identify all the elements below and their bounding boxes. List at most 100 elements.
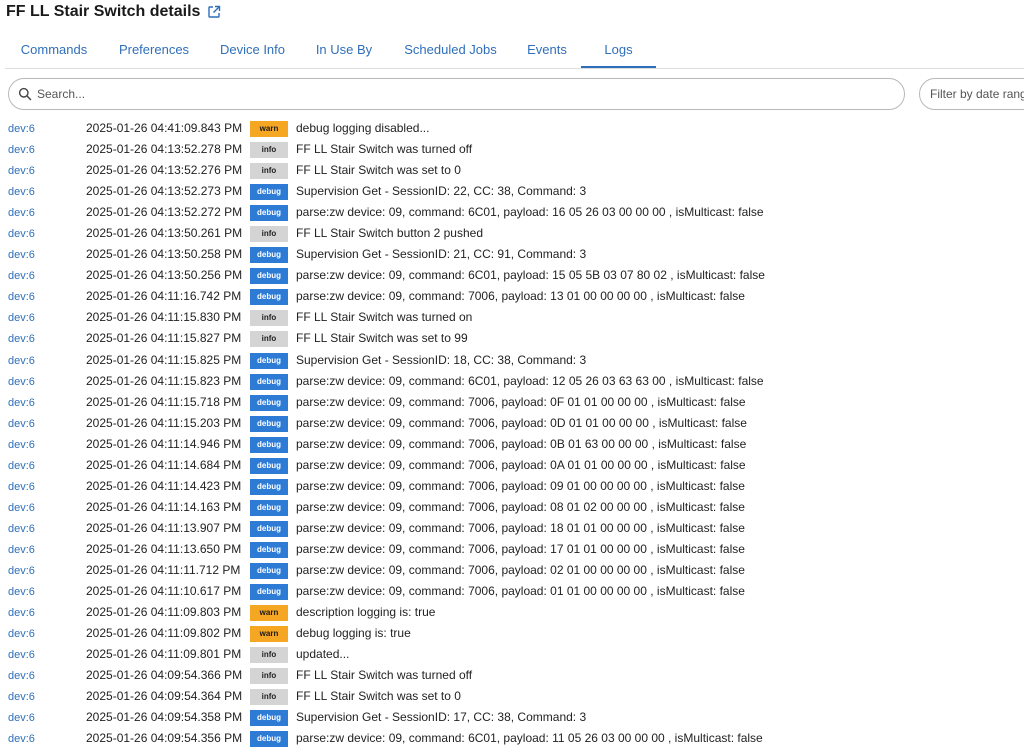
log-device-link[interactable]: dev:6 bbox=[8, 291, 35, 303]
log-device-link[interactable]: dev:6 bbox=[8, 397, 35, 409]
tab-commands[interactable]: Commands bbox=[12, 34, 96, 67]
log-row: dev:6 2025-01-26 04:13:50.256 PM debug pars… bbox=[0, 265, 1024, 286]
log-message: parse:zw device: 09, command: 7006, payl… bbox=[296, 584, 745, 599]
log-device-link[interactable]: dev:6 bbox=[8, 249, 35, 261]
log-row: dev:6 2025-01-26 04:11:16.742 PM debug pars… bbox=[0, 286, 1024, 307]
search-input[interactable] bbox=[37, 87, 904, 101]
log-level-badge: info bbox=[250, 163, 288, 180]
log-timestamp: 2025-01-26 04:09:54.366 PM bbox=[86, 668, 243, 683]
log-message: parse:zw device: 09, command: 7006, payl… bbox=[296, 394, 746, 409]
log-device-link[interactable]: dev:6 bbox=[8, 712, 35, 724]
log-row: dev:6 2025-01-26 04:13:52.278 PM info FF LL… bbox=[0, 139, 1024, 160]
log-device-link[interactable]: dev:6 bbox=[8, 312, 35, 324]
log-message: parse:zw device: 09, command: 7006, payl… bbox=[296, 457, 746, 472]
log-level-badge: debug bbox=[250, 289, 288, 306]
log-device-link[interactable]: dev:6 bbox=[8, 355, 35, 367]
date-range-filter[interactable]: Filter by date rang bbox=[919, 78, 1024, 110]
log-message: parse:zw device: 09, command: 7006, payl… bbox=[296, 289, 745, 304]
log-level-badge: debug bbox=[250, 520, 288, 537]
log-timestamp: 2025-01-26 04:11:15.827 PM bbox=[86, 331, 242, 346]
log-device-link[interactable]: dev:6 bbox=[8, 270, 35, 282]
search-box[interactable] bbox=[8, 78, 905, 110]
log-level-badge: debug bbox=[250, 499, 288, 516]
log-row: dev:6 2025-01-26 04:11:14.684 PM debug pars… bbox=[0, 455, 1024, 476]
log-timestamp: 2025-01-26 04:11:14.946 PM bbox=[86, 436, 242, 451]
log-timestamp: 2025-01-26 04:09:54.358 PM bbox=[86, 710, 243, 725]
log-timestamp: 2025-01-26 04:13:50.261 PM bbox=[86, 226, 243, 241]
log-level-badge: debug bbox=[250, 457, 288, 474]
log-device-link[interactable]: dev:6 bbox=[8, 670, 35, 682]
log-timestamp: 2025-01-26 04:13:52.272 PM bbox=[86, 205, 243, 220]
log-device-link[interactable]: dev:6 bbox=[8, 607, 35, 619]
log-timestamp: 2025-01-26 04:11:13.907 PM bbox=[86, 520, 242, 535]
log-device-link[interactable]: dev:6 bbox=[8, 376, 35, 388]
log-row: dev:6 2025-01-26 04:09:54.366 PM info FF LL… bbox=[0, 665, 1024, 686]
log-level-badge: debug bbox=[250, 205, 288, 222]
log-device-link[interactable]: dev:6 bbox=[8, 502, 35, 514]
log-level-badge: debug bbox=[250, 184, 288, 201]
log-list: dev:6 2025-01-26 04:41:09.843 PM warn debug… bbox=[0, 118, 1024, 748]
log-device-link[interactable]: dev:6 bbox=[8, 733, 35, 745]
log-row: dev:6 2025-01-26 04:11:14.163 PM debug pars… bbox=[0, 497, 1024, 518]
log-timestamp: 2025-01-26 04:11:16.742 PM bbox=[86, 289, 242, 304]
log-level-badge: debug bbox=[250, 436, 288, 453]
log-row: dev:6 2025-01-26 04:11:15.827 PM info FF LL… bbox=[0, 328, 1024, 349]
log-row: dev:6 2025-01-26 04:11:15.830 PM info FF LL… bbox=[0, 307, 1024, 328]
log-row: dev:6 2025-01-26 04:11:13.907 PM debug pars… bbox=[0, 518, 1024, 539]
log-device-link[interactable]: dev:6 bbox=[8, 544, 35, 556]
log-device-link[interactable]: dev:6 bbox=[8, 333, 35, 345]
log-device-link[interactable]: dev:6 bbox=[8, 439, 35, 451]
log-device-link[interactable]: dev:6 bbox=[8, 628, 35, 640]
log-device-link[interactable]: dev:6 bbox=[8, 228, 35, 240]
tab-logs[interactable]: Logs bbox=[581, 34, 656, 68]
page-header: FF LL Stair Switch details bbox=[6, 0, 221, 24]
log-device-link[interactable]: dev:6 bbox=[8, 523, 35, 535]
log-message: Supervision Get - SessionID: 17, CC: 38,… bbox=[296, 710, 587, 725]
log-device-link[interactable]: dev:6 bbox=[8, 123, 35, 135]
log-level-badge: debug bbox=[250, 373, 288, 390]
log-level-badge: info bbox=[250, 226, 288, 243]
log-timestamp: 2025-01-26 04:09:54.356 PM bbox=[86, 731, 243, 746]
log-timestamp: 2025-01-26 04:11:10.617 PM bbox=[86, 584, 242, 599]
log-row: dev:6 2025-01-26 04:11:15.718 PM debug pars… bbox=[0, 392, 1024, 413]
log-device-link[interactable]: dev:6 bbox=[8, 481, 35, 493]
log-level-badge: debug bbox=[250, 247, 288, 264]
log-message: parse:zw device: 09, command: 6C01, payl… bbox=[296, 268, 765, 283]
tab-events[interactable]: Events bbox=[516, 34, 578, 67]
log-message: FF LL Stair Switch was turned off bbox=[296, 668, 473, 683]
log-level-badge: warn bbox=[250, 626, 288, 643]
log-level-badge: debug bbox=[250, 268, 288, 285]
device-details-page: FF LL Stair Switch details Commands Pref… bbox=[0, 0, 1024, 748]
log-row: dev:6 2025-01-26 04:13:50.258 PM debug Supe… bbox=[0, 244, 1024, 265]
tab-device-info[interactable]: Device Info bbox=[210, 34, 295, 67]
log-device-link[interactable]: dev:6 bbox=[8, 418, 35, 430]
log-device-link[interactable]: dev:6 bbox=[8, 691, 35, 703]
log-timestamp: 2025-01-26 04:11:13.650 PM bbox=[86, 541, 242, 556]
tab-scheduled-jobs[interactable]: Scheduled Jobs bbox=[393, 34, 508, 67]
log-row: dev:6 2025-01-26 04:11:09.801 PM info updat… bbox=[0, 644, 1024, 665]
log-device-link[interactable]: dev:6 bbox=[8, 649, 35, 661]
tab-in-use-by[interactable]: In Use By bbox=[307, 34, 381, 67]
log-device-link[interactable]: dev:6 bbox=[8, 144, 35, 156]
tab-preferences[interactable]: Preferences bbox=[109, 34, 199, 67]
log-row: dev:6 2025-01-26 04:11:10.617 PM debug pars… bbox=[0, 581, 1024, 602]
log-timestamp: 2025-01-26 04:11:14.684 PM bbox=[86, 457, 242, 472]
log-row: dev:6 2025-01-26 04:11:15.823 PM debug pars… bbox=[0, 371, 1024, 392]
log-device-link[interactable]: dev:6 bbox=[8, 207, 35, 219]
log-device-link[interactable]: dev:6 bbox=[8, 586, 35, 598]
log-message: FF LL Stair Switch was turned on bbox=[296, 310, 473, 325]
log-device-link[interactable]: dev:6 bbox=[8, 565, 35, 577]
log-row: dev:6 2025-01-26 04:11:14.423 PM debug pars… bbox=[0, 476, 1024, 497]
log-level-badge: info bbox=[250, 689, 288, 706]
log-device-link[interactable]: dev:6 bbox=[8, 186, 35, 198]
log-timestamp: 2025-01-26 04:11:09.801 PM bbox=[86, 647, 242, 662]
log-timestamp: 2025-01-26 04:13:52.278 PM bbox=[86, 142, 243, 157]
log-row: dev:6 2025-01-26 04:09:54.364 PM info FF LL… bbox=[0, 686, 1024, 707]
log-row: dev:6 2025-01-26 04:11:13.650 PM debug pars… bbox=[0, 539, 1024, 560]
log-device-link[interactable]: dev:6 bbox=[8, 165, 35, 177]
external-link-icon[interactable] bbox=[207, 5, 221, 19]
log-level-badge: info bbox=[250, 647, 288, 664]
log-device-link[interactable]: dev:6 bbox=[8, 460, 35, 472]
log-message: Supervision Get - SessionID: 21, CC: 91,… bbox=[296, 247, 587, 262]
log-message: FF LL Stair Switch was set to 99 bbox=[296, 331, 468, 346]
